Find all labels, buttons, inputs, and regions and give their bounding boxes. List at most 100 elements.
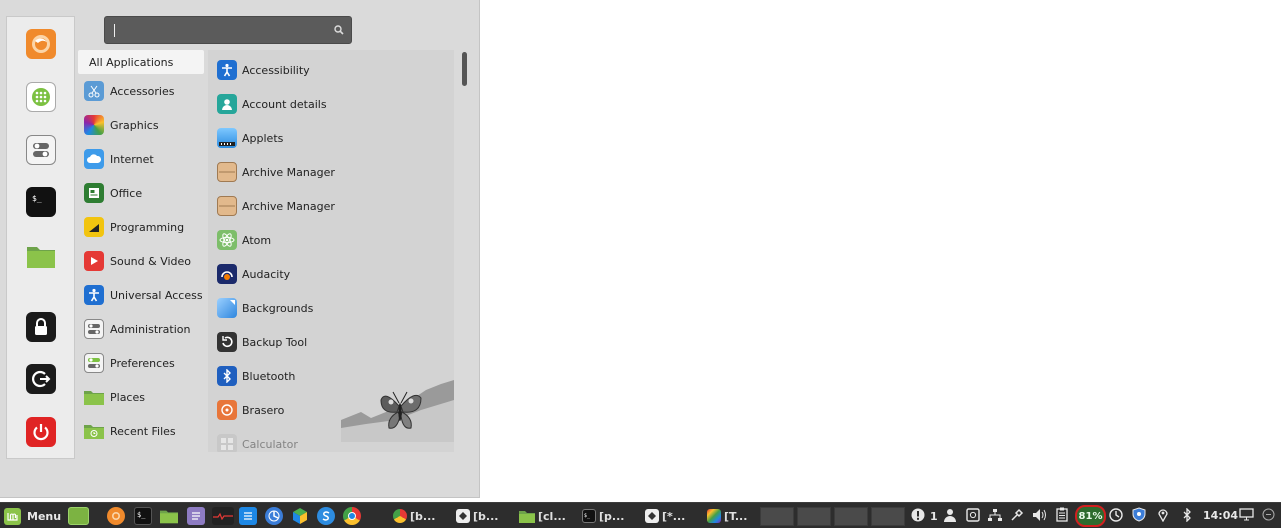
power-icon[interactable] — [26, 417, 56, 447]
category-label: All Applications — [89, 55, 174, 69]
launcher-text-editor[interactable] — [187, 506, 205, 526]
scissors-icon — [84, 81, 104, 101]
workspace-4[interactable] — [871, 507, 905, 526]
category-administration[interactable]: Administration — [78, 315, 204, 343]
app-window-icon — [456, 509, 470, 523]
user-applet[interactable] — [944, 506, 956, 526]
window-button-4[interactable]: $_ [p... — [582, 506, 624, 526]
category-internet[interactable]: Internet — [78, 145, 204, 173]
category-label: Graphics — [110, 118, 159, 132]
workspace-2[interactable] — [797, 507, 831, 526]
audacity-icon — [217, 264, 237, 284]
battery-percent: 81% — [1078, 510, 1103, 522]
category-preferences[interactable]: Preferences — [78, 349, 204, 377]
app-label: Backup Tool — [242, 335, 308, 349]
category-label: Administration — [110, 322, 191, 336]
window-title: [b... — [473, 509, 499, 523]
launcher-document-viewer[interactable] — [239, 506, 257, 526]
system-monitor-icon — [212, 507, 234, 525]
launcher-chrome[interactable] — [343, 506, 361, 526]
color-picker-applet[interactable] — [1010, 506, 1024, 526]
terminal-icon[interactable]: $_ — [26, 187, 56, 217]
category-places[interactable]: Places — [78, 383, 204, 411]
play-icon — [84, 251, 104, 271]
vpn-applet[interactable] — [1132, 506, 1146, 526]
category-label: Programming — [110, 220, 185, 234]
lock-screen-icon[interactable] — [26, 312, 56, 342]
clipboard-applet[interactable] — [1056, 506, 1068, 526]
firefox-icon[interactable] — [26, 29, 56, 59]
atom-icon — [217, 230, 237, 250]
category-label: Preferences — [110, 356, 175, 370]
app-archive-manager[interactable]: Archive Manager — [208, 157, 454, 187]
display-applet[interactable] — [1239, 506, 1254, 526]
favorites-sidebar: $_ — [6, 16, 75, 459]
category-programming[interactable]: Programming — [78, 213, 204, 241]
desktop-icon — [68, 507, 89, 525]
app-account-details[interactable]: Account details — [208, 89, 454, 119]
settings-toggles-icon[interactable] — [26, 135, 56, 165]
software-manager-icon[interactable] — [26, 82, 56, 112]
clock[interactable]: 14:04 — [1203, 509, 1238, 522]
location-applet[interactable] — [1158, 506, 1168, 526]
app-applets[interactable]: Applets — [208, 123, 454, 153]
chrome-icon — [393, 509, 407, 523]
app-backgrounds[interactable]: Backgrounds — [208, 293, 454, 323]
app-audacity[interactable]: Audacity — [208, 259, 454, 289]
volume-applet[interactable] — [1032, 506, 1047, 526]
user-menu-applet[interactable] — [1262, 506, 1275, 526]
search-input[interactable] — [113, 23, 323, 38]
category-label: Sound & Video — [110, 254, 192, 268]
category-sound-video[interactable]: Sound & Video — [78, 247, 204, 275]
network-applet[interactable] — [988, 506, 1002, 526]
notifications-applet[interactable]: 1 — [911, 506, 938, 526]
window-button-1[interactable]: [b... — [393, 506, 435, 526]
app-label: Archive Manager — [242, 165, 335, 179]
application-list: Accessibility Account details Applets Ar… — [208, 50, 454, 452]
app-backup-tool[interactable]: Backup Tool — [208, 327, 454, 357]
virtualbox-cube-icon — [291, 507, 309, 525]
app-archive-manager-2[interactable]: Archive Manager — [208, 191, 454, 221]
window-title: [p... — [599, 509, 625, 523]
window-button-3[interactable]: [cl... — [519, 506, 566, 526]
category-all-applications[interactable]: All Applications — [78, 50, 204, 74]
launcher-timeshift[interactable] — [265, 506, 283, 526]
bluetooth-applet[interactable] — [1182, 506, 1192, 526]
category-office[interactable]: Office — [78, 179, 204, 207]
category-accessories[interactable]: Accessories — [78, 77, 204, 105]
launcher-skype[interactable] — [317, 506, 335, 526]
category-graphics[interactable]: Graphics — [78, 111, 204, 139]
files-folder-icon[interactable] — [26, 241, 56, 271]
battery-indicator[interactable]: 81% — [1075, 505, 1106, 527]
screenshot-applet[interactable] — [966, 506, 980, 526]
update-manager-applet[interactable] — [1109, 506, 1123, 526]
category-universal-access[interactable]: Universal Access — [78, 281, 204, 309]
category-label: Recent Files — [110, 424, 176, 438]
workspace-3[interactable] — [834, 507, 868, 526]
launcher-system-monitor[interactable] — [212, 506, 234, 526]
show-desktop-button[interactable] — [68, 506, 89, 526]
launcher-files[interactable] — [160, 506, 178, 526]
app-label: Archive Manager — [242, 199, 335, 213]
workspace-1[interactable] — [760, 507, 794, 526]
shield-icon — [1132, 507, 1146, 525]
app-accessibility[interactable]: Accessibility — [208, 55, 454, 85]
search-box[interactable] — [104, 16, 352, 44]
logout-icon[interactable] — [26, 364, 56, 394]
eyedropper-icon — [1010, 508, 1024, 525]
menu-button[interactable]: Menu — [4, 506, 61, 526]
cloud-icon — [84, 149, 104, 169]
launcher-terminal[interactable]: $_ — [134, 506, 152, 526]
scrollbar-handle[interactable] — [462, 52, 467, 86]
window-button-6[interactable]: [T... — [707, 506, 747, 526]
launcher-virtualbox[interactable] — [291, 506, 309, 526]
window-button-5[interactable]: [*... — [645, 506, 685, 526]
window-button-2[interactable]: [b... — [456, 506, 498, 526]
admin-toggles-icon — [84, 319, 104, 339]
category-recent-files[interactable]: Recent Files — [78, 417, 204, 445]
app-atom[interactable]: Atom — [208, 225, 454, 255]
app-label: Applets — [242, 131, 284, 145]
alert-icon — [911, 508, 925, 525]
svg-text:$_: $_ — [137, 511, 146, 519]
launcher-firefox[interactable] — [107, 506, 125, 526]
